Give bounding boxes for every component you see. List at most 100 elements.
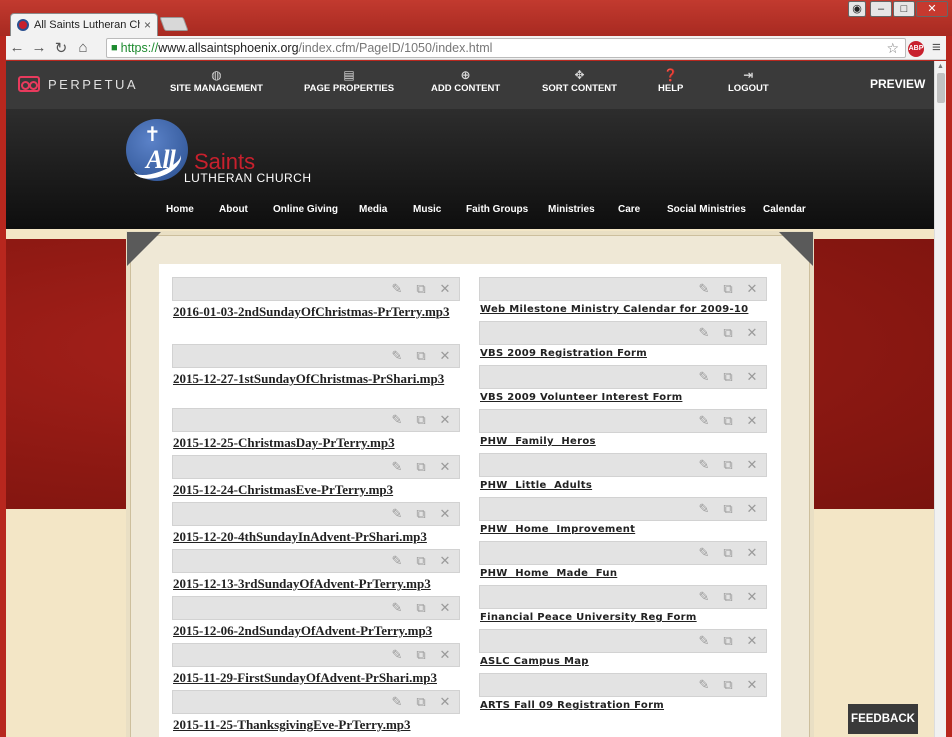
file-link[interactable]: 2016-01-03-2ndSundayOfChristmas-PrTerry.…: [172, 301, 460, 344]
copy-icon[interactable]: ⧉: [413, 412, 429, 428]
nav-online-giving[interactable]: Online Giving: [273, 204, 338, 215]
file-link[interactable]: 2015-12-24-ChristmasEve-PrTerry.mp3: [172, 479, 460, 502]
delete-icon[interactable]: ✕: [437, 281, 453, 297]
copy-icon[interactable]: ⧉: [413, 459, 429, 475]
delete-icon[interactable]: ✕: [437, 647, 453, 663]
file-link[interactable]: 2015-11-25-ThanksgivingEve-PrTerry.mp3: [172, 714, 460, 737]
adblock-icon[interactable]: ABP: [908, 41, 924, 57]
nav-calendar[interactable]: Calendar: [763, 204, 806, 215]
delete-icon[interactable]: ✕: [437, 459, 453, 475]
edit-icon[interactable]: ✎: [389, 412, 405, 428]
address-bar[interactable]: ■ https://www.allsaintsphoenix.org/index…: [106, 38, 906, 58]
delete-icon[interactable]: ✕: [437, 506, 453, 522]
user-profile-icon[interactable]: ◉: [848, 1, 866, 17]
delete-icon[interactable]: ✕: [744, 501, 760, 517]
delete-icon[interactable]: ✕: [437, 600, 453, 616]
nav-faith-groups[interactable]: Faith Groups: [466, 204, 528, 215]
delete-icon[interactable]: ✕: [744, 457, 760, 473]
delete-icon[interactable]: ✕: [437, 348, 453, 364]
edit-icon[interactable]: ✎: [389, 647, 405, 663]
delete-icon[interactable]: ✕: [437, 553, 453, 569]
edit-icon[interactable]: ✎: [696, 501, 712, 517]
perpetua-logo[interactable]: PERPETUA: [18, 76, 138, 92]
copy-icon[interactable]: ⧉: [413, 553, 429, 569]
delete-icon[interactable]: ✕: [437, 412, 453, 428]
maximize-icon[interactable]: □: [893, 1, 915, 17]
page-properties-button[interactable]: ▤ PAGE PROPERTIES: [304, 67, 394, 94]
copy-icon[interactable]: ⧉: [720, 545, 736, 561]
feedback-button[interactable]: FEEDBACK: [848, 704, 918, 734]
copy-icon[interactable]: ⧉: [413, 647, 429, 663]
edit-icon[interactable]: ✎: [696, 369, 712, 385]
file-link[interactable]: 2015-12-25-ChristmasDay-PrTerry.mp3: [172, 432, 460, 455]
file-link[interactable]: 2015-12-20-4thSundayInAdvent-PrShari.mp3: [172, 526, 460, 549]
file-link[interactable]: PHW Home Improvement: [479, 521, 767, 541]
file-link[interactable]: 2015-11-29-FirstSundayOfAdvent-PrShari.m…: [172, 667, 460, 690]
nav-ministries[interactable]: Ministries: [548, 204, 595, 215]
delete-icon[interactable]: ✕: [744, 589, 760, 605]
church-logo[interactable]: ✝ All Saints LUTHERAN CHURCH: [126, 119, 326, 189]
file-link[interactable]: 2015-12-27-1stSundayOfChristmas-PrShari.…: [172, 368, 460, 408]
browser-tab[interactable]: All Saints Lutheran Church ×: [10, 13, 158, 36]
delete-icon[interactable]: ✕: [744, 677, 760, 693]
file-link[interactable]: PHW Little Adults: [479, 477, 767, 497]
file-link[interactable]: 2015-12-13-3rdSundayOfAdvent-PrTerry.mp3: [172, 573, 460, 596]
edit-icon[interactable]: ✎: [696, 589, 712, 605]
copy-icon[interactable]: ⧉: [720, 633, 736, 649]
edit-icon[interactable]: ✎: [696, 457, 712, 473]
home-icon[interactable]: ⌂: [72, 39, 94, 56]
nav-media[interactable]: Media: [359, 204, 387, 215]
page-scrollbar[interactable]: ▲: [934, 61, 946, 737]
copy-icon[interactable]: ⧉: [413, 506, 429, 522]
edit-icon[interactable]: ✎: [389, 600, 405, 616]
new-tab-button[interactable]: [159, 17, 189, 31]
file-link[interactable]: VBS 2009 Registration Form: [479, 345, 767, 365]
edit-icon[interactable]: ✎: [389, 348, 405, 364]
help-button[interactable]: ❓ HELP: [658, 67, 683, 94]
logout-button[interactable]: ⇥ LOGOUT: [728, 67, 769, 94]
edit-icon[interactable]: ✎: [389, 281, 405, 297]
edit-icon[interactable]: ✎: [696, 281, 712, 297]
copy-icon[interactable]: ⧉: [720, 413, 736, 429]
site-management-button[interactable]: ◍ SITE MANAGEMENT: [170, 67, 263, 94]
nav-home[interactable]: Home: [166, 204, 194, 215]
nav-care[interactable]: Care: [618, 204, 640, 215]
delete-icon[interactable]: ✕: [744, 633, 760, 649]
copy-icon[interactable]: ⧉: [720, 369, 736, 385]
copy-icon[interactable]: ⧉: [413, 600, 429, 616]
scroll-up-icon[interactable]: ▲: [937, 63, 944, 70]
edit-icon[interactable]: ✎: [696, 545, 712, 561]
delete-icon[interactable]: ✕: [744, 325, 760, 341]
delete-icon[interactable]: ✕: [744, 545, 760, 561]
close-window-icon[interactable]: ✕: [916, 1, 948, 17]
copy-icon[interactable]: ⧉: [720, 457, 736, 473]
delete-icon[interactable]: ✕: [744, 369, 760, 385]
nav-music[interactable]: Music: [413, 204, 441, 215]
edit-icon[interactable]: ✎: [696, 325, 712, 341]
edit-icon[interactable]: ✎: [389, 459, 405, 475]
copy-icon[interactable]: ⧉: [413, 281, 429, 297]
nav-social-ministries[interactable]: Social Ministries: [667, 204, 746, 215]
copy-icon[interactable]: ⧉: [413, 694, 429, 710]
delete-icon[interactable]: ✕: [744, 413, 760, 429]
preview-button[interactable]: PREVIEW: [870, 77, 925, 91]
file-link[interactable]: 2015-12-06-2ndSundayOfAdvent-PrTerry.mp3: [172, 620, 460, 643]
copy-icon[interactable]: ⧉: [413, 348, 429, 364]
copy-icon[interactable]: ⧉: [720, 589, 736, 605]
file-link[interactable]: ASLC Campus Map: [479, 653, 767, 673]
file-link[interactable]: VBS 2009 Volunteer Interest Form: [479, 389, 767, 409]
copy-icon[interactable]: ⧉: [720, 677, 736, 693]
back-arrow-icon[interactable]: ←: [6, 39, 28, 56]
file-link[interactable]: Financial Peace University Reg Form: [479, 609, 767, 629]
edit-icon[interactable]: ✎: [389, 506, 405, 522]
file-link[interactable]: ARTS Fall 09 Registration Form: [479, 697, 767, 717]
scrollbar-thumb[interactable]: [937, 73, 945, 103]
delete-icon[interactable]: ✕: [437, 694, 453, 710]
file-link[interactable]: PHW Home Made Fun: [479, 565, 767, 585]
file-link[interactable]: Web Milestone Ministry Calendar for 2009…: [479, 301, 767, 321]
minimize-icon[interactable]: –: [870, 1, 892, 17]
reload-icon[interactable]: ↻: [50, 39, 72, 57]
edit-icon[interactable]: ✎: [389, 694, 405, 710]
edit-icon[interactable]: ✎: [696, 677, 712, 693]
file-link[interactable]: PHW Family Heros: [479, 433, 767, 453]
